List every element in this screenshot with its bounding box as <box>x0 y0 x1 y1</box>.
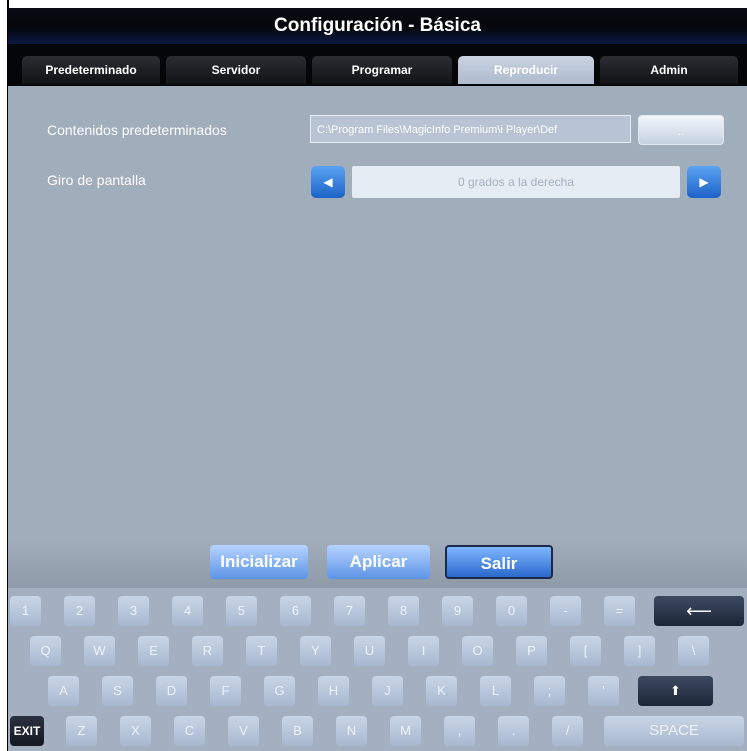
key-backslash[interactable]: \ <box>678 636 709 666</box>
key-1[interactable]: 1 <box>10 596 41 626</box>
key-q[interactable]: Q <box>30 636 61 666</box>
key-h[interactable]: H <box>318 676 349 706</box>
key-r[interactable]: R <box>192 636 223 666</box>
enter-key[interactable]: ⬆ <box>638 676 713 706</box>
action-bar: Inicializar Aplicar Salir <box>8 538 747 588</box>
settings-panel: Contenidos predeterminados C:\Program Fi… <box>8 86 747 538</box>
triangle-right-icon: ▶ <box>699 175 709 189</box>
space-key[interactable]: SPACE <box>604 716 744 746</box>
tab-servidor[interactable]: Servidor <box>166 56 306 84</box>
key-o[interactable]: O <box>462 636 493 666</box>
key-8[interactable]: 8 <box>388 596 419 626</box>
key-4[interactable]: 4 <box>172 596 203 626</box>
init-button[interactable]: Inicializar <box>210 545 308 579</box>
key-e[interactable]: E <box>138 636 169 666</box>
apply-button[interactable]: Aplicar <box>327 545 430 579</box>
default-content-path-field[interactable]: C:\Program Files\MagicInfo Premium\i Pla… <box>310 115 631 143</box>
key-0[interactable]: 0 <box>496 596 527 626</box>
key-y[interactable]: Y <box>300 636 331 666</box>
tab-admin[interactable]: Admin <box>600 56 738 84</box>
key-n[interactable]: N <box>336 716 367 746</box>
key-d[interactable]: D <box>156 676 187 706</box>
key-comma[interactable]: , <box>444 716 475 746</box>
window-title: Configuración - Básica <box>8 8 747 44</box>
browse-button[interactable]: .. <box>638 115 724 145</box>
key-f[interactable]: F <box>210 676 241 706</box>
key-equals[interactable]: = <box>604 596 635 626</box>
key-open-bracket[interactable]: [ <box>570 636 601 666</box>
tab-bar: Predeterminado Servidor Programar Reprod… <box>8 44 747 86</box>
tab-reproducir[interactable]: Reproducir <box>458 56 594 84</box>
exit-button[interactable]: Salir <box>445 545 553 579</box>
key-b[interactable]: B <box>282 716 313 746</box>
key-p[interactable]: P <box>516 636 547 666</box>
key-close-bracket[interactable]: ] <box>624 636 655 666</box>
default-content-label: Contenidos predeterminados <box>47 122 227 138</box>
rotation-prev-button[interactable]: ◀ <box>311 166 345 198</box>
onscreen-keyboard: 1 2 3 4 5 6 7 8 9 0 - = ⟵ Q W E R T Y U … <box>8 588 747 751</box>
key-9[interactable]: 9 <box>442 596 473 626</box>
triangle-left-icon: ◀ <box>323 175 333 189</box>
rotation-value-field: 0 grados a la derecha <box>352 166 680 198</box>
key-z[interactable]: Z <box>66 716 97 746</box>
key-a[interactable]: A <box>48 676 79 706</box>
tab-programar[interactable]: Programar <box>312 56 452 84</box>
rotation-next-button[interactable]: ▶ <box>687 166 721 198</box>
backspace-arrow-icon: ⟵ <box>686 601 712 621</box>
key-slash[interactable]: / <box>552 716 583 746</box>
key-t[interactable]: T <box>246 636 277 666</box>
key-j[interactable]: J <box>372 676 403 706</box>
key-u[interactable]: U <box>354 636 385 666</box>
backspace-key[interactable]: ⟵ <box>654 596 744 626</box>
key-quote[interactable]: ' <box>588 676 619 706</box>
key-7[interactable]: 7 <box>334 596 365 626</box>
key-w[interactable]: W <box>84 636 115 666</box>
key-period[interactable]: . <box>498 716 529 746</box>
key-6[interactable]: 6 <box>280 596 311 626</box>
settings-window: Configuración - Básica Predeterminado Se… <box>8 8 747 751</box>
key-g[interactable]: G <box>264 676 295 706</box>
key-3[interactable]: 3 <box>118 596 149 626</box>
key-v[interactable]: V <box>228 716 259 746</box>
tab-predeterminado[interactable]: Predeterminado <box>22 56 160 84</box>
key-k[interactable]: K <box>426 676 457 706</box>
key-l[interactable]: L <box>480 676 511 706</box>
rotation-label: Giro de pantalla <box>47 172 146 188</box>
key-c[interactable]: C <box>174 716 205 746</box>
key-minus[interactable]: - <box>550 596 581 626</box>
key-5[interactable]: 5 <box>226 596 257 626</box>
key-2[interactable]: 2 <box>64 596 95 626</box>
key-x[interactable]: X <box>120 716 151 746</box>
key-semicolon[interactable]: ; <box>534 676 565 706</box>
keyboard-exit-key[interactable]: EXIT <box>10 716 44 746</box>
key-m[interactable]: M <box>390 716 421 746</box>
key-s[interactable]: S <box>102 676 133 706</box>
arrow-up-icon: ⬆ <box>670 683 681 698</box>
key-i[interactable]: I <box>408 636 439 666</box>
